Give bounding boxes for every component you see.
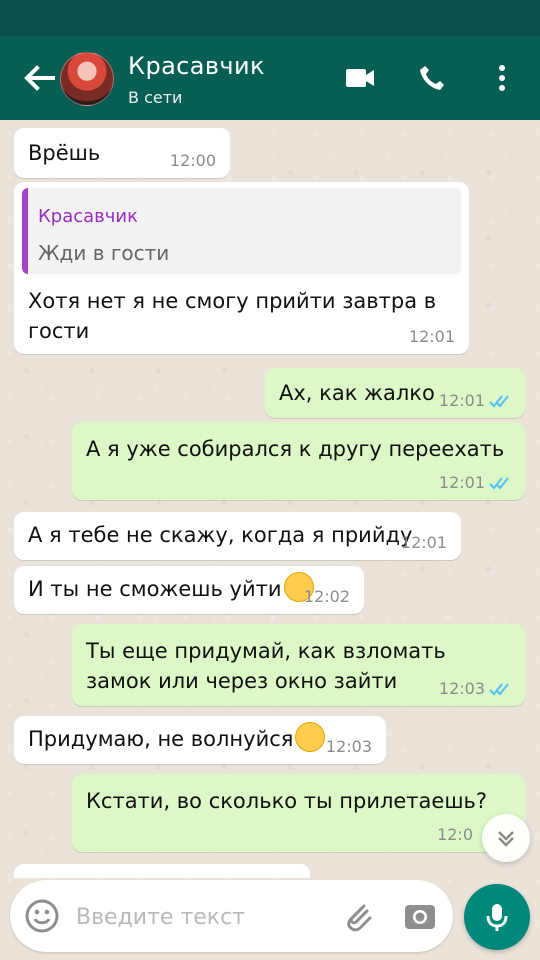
message-time: 12:03 [325, 737, 372, 756]
message-text: Врёшь [28, 141, 101, 165]
scroll-down-button[interactable] [482, 814, 530, 862]
message-time: 12:01 [408, 327, 455, 346]
camera-icon[interactable] [402, 898, 438, 934]
message-text: Кстати, во сколько ты прилетаешь? [86, 789, 488, 813]
message-time: 12:03 [439, 680, 511, 698]
message-text: Придумаю, не волнуйся [28, 727, 294, 751]
chevron-down-double-icon [498, 831, 514, 847]
message-incoming[interactable]: А я тебе не скажу, когда я прийду 12:01 [14, 512, 461, 560]
emoji-icon[interactable] [24, 898, 60, 934]
winking-face-icon [295, 722, 326, 752]
chat-header: Красавчик В сети [0, 36, 540, 120]
message-incoming[interactable]: Врёшь 12:00 [14, 128, 230, 178]
mic-button[interactable] [464, 884, 530, 950]
message-outgoing[interactable]: Ты еще придумай, как взломать замок или … [72, 624, 525, 706]
message-incoming[interactable]: Придумаю, не волнуйся 12:03 [14, 716, 386, 764]
video-call-icon[interactable] [340, 60, 380, 96]
message-time: 12:02 [303, 587, 350, 606]
message-time: 12:01 [439, 474, 511, 492]
message-incoming-reply[interactable]: Красавчик Жди в гости Хотя нет я не смог… [14, 182, 469, 354]
message-text: И ты не сможешь уйти [28, 577, 282, 601]
reply-quote-text: Жди в гости [38, 241, 170, 265]
message-text: Хотя нет я не смогу прийти завтра в гост… [28, 289, 437, 343]
contact-name[interactable]: Красавчик [128, 52, 265, 80]
chat-area[interactable]: Врёшь 12:00 Красавчик Жди в гости Хотя н… [0, 120, 540, 960]
message-outgoing[interactable]: Кстати, во сколько ты прилетаешь? 12:0 [72, 774, 525, 852]
message-time: 12:01 [400, 533, 447, 552]
more-vertical-icon[interactable] [482, 60, 522, 96]
message-time: 12:00 [169, 151, 216, 170]
reply-quote-bar [22, 188, 28, 274]
message-text: А я уже собирался к другу переехать [86, 437, 505, 461]
mic-icon [486, 904, 508, 931]
message-time: 12:0 [437, 825, 473, 844]
message-text: Ах, как жалко [279, 381, 435, 405]
phone-icon[interactable] [412, 60, 452, 96]
message-incoming-partial [14, 864, 310, 878]
status-bar [0, 0, 540, 36]
contact-status: В сети [128, 88, 183, 107]
message-outgoing[interactable]: Ах, как жалко 12:01 [265, 368, 525, 418]
double-check-icon [489, 477, 509, 490]
message-text: А я тебе не скажу, когда я прийду [28, 523, 413, 547]
avatar[interactable] [60, 52, 114, 106]
reply-quote-name: Красавчик [38, 206, 138, 227]
message-incoming[interactable]: И ты не сможешь уйти 12:02 [14, 566, 364, 614]
message-input[interactable] [74, 898, 338, 936]
message-time: 12:01 [439, 392, 511, 410]
paperclip-icon[interactable] [340, 898, 376, 934]
message-outgoing[interactable]: А я уже собирался к другу переехать 12:0… [72, 422, 525, 500]
reply-quote[interactable]: Красавчик Жди в гости [22, 188, 461, 274]
back-arrow-icon[interactable] [22, 62, 56, 94]
double-check-icon [489, 683, 509, 696]
double-check-icon [489, 395, 509, 408]
message-input-bar [10, 880, 453, 952]
